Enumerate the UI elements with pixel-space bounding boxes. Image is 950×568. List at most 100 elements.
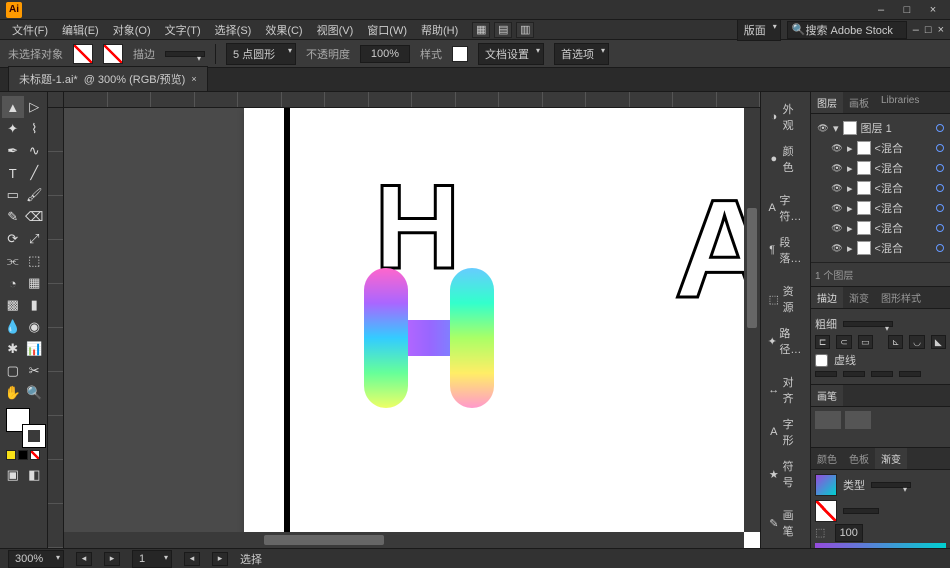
tab-layers[interactable]: 图层 (811, 92, 843, 113)
tab-artboards[interactable]: 画板 (843, 92, 875, 113)
visibility-icon[interactable]: 👁 (817, 122, 829, 134)
nav-prev[interactable]: ◂ (76, 552, 92, 566)
visibility-icon[interactable]: 👁 (831, 162, 843, 174)
curvature-tool[interactable]: ∿ (24, 140, 46, 162)
arrange-icon[interactable]: ▦ (472, 22, 490, 38)
dash-checkbox[interactable] (815, 354, 828, 367)
workspace-dropdown[interactable]: 版面 (737, 19, 781, 41)
canvas[interactable]: H A (64, 108, 760, 548)
scrollbar-horizontal[interactable] (64, 532, 744, 548)
zoom-tool[interactable]: 🔍 (24, 382, 46, 404)
screen-mode2-tool[interactable]: ◧ (24, 464, 46, 486)
tab-graphic-styles[interactable]: 图形样式 (875, 287, 927, 308)
screen-mode-tool[interactable]: ▣ (2, 464, 24, 486)
symbol-sprayer-tool[interactable]: ✱ (2, 338, 24, 360)
opacity-input[interactable]: 100% (360, 45, 410, 63)
visibility-icon[interactable]: 👁 (831, 222, 843, 234)
target-icon[interactable] (936, 164, 944, 172)
cap-butt[interactable]: ⊏ (815, 335, 830, 349)
tab-swatches[interactable]: 色板 (843, 448, 875, 469)
dash2[interactable] (871, 371, 893, 377)
window-max[interactable]: □ (896, 3, 918, 17)
window-min[interactable]: – (870, 3, 892, 17)
letter-h-gradient[interactable] (364, 268, 494, 408)
gradient-type-dropdown[interactable] (871, 482, 911, 488)
layer-row[interactable]: 👁▸<混合 (815, 218, 946, 238)
layer-row[interactable]: 👁▸<混合 (815, 158, 946, 178)
dock-对齐[interactable]: ↔对齐 (763, 371, 808, 409)
weight-input[interactable] (843, 321, 893, 327)
brush-tool[interactable]: 🖌 (24, 184, 46, 206)
prefs-button[interactable]: 首选项 (554, 43, 609, 65)
grad-opacity[interactable]: 100 (835, 524, 863, 542)
visibility-icon[interactable]: 👁 (831, 242, 843, 254)
free-transform-tool[interactable]: ⬚ (24, 250, 46, 272)
window-min2[interactable]: – (913, 24, 919, 36)
tab-brushes[interactable]: 画笔 (811, 385, 843, 406)
ruler-origin[interactable] (48, 92, 64, 108)
scroll-thumb-v[interactable] (747, 208, 757, 328)
width-tool[interactable]: ⫘ (2, 250, 24, 272)
menu-window[interactable]: 窗口(W) (361, 20, 413, 40)
artboard-nav[interactable]: 1 (132, 550, 172, 568)
join-round[interactable]: ◡ (909, 335, 924, 349)
join-bevel[interactable]: ◣ (931, 335, 946, 349)
fill-swatch[interactable] (73, 44, 93, 64)
shaper-tool[interactable]: ✎ (2, 206, 24, 228)
document-tab[interactable]: 未标题-1.ai* @ 300% (RGB/预览) × (8, 66, 208, 91)
target-icon[interactable] (936, 144, 944, 152)
tab-gradient2[interactable]: 渐变 (875, 448, 907, 469)
color-chip[interactable] (6, 450, 16, 460)
tab-stroke[interactable]: 描边 (811, 287, 843, 308)
nav-next2[interactable]: ▸ (212, 552, 228, 566)
tab-color[interactable]: 颜色 (811, 448, 843, 469)
shape-builder-tool[interactable]: ◔ (2, 272, 24, 294)
menu-type[interactable]: 文字(T) (159, 20, 207, 40)
menu-help[interactable]: 帮助(H) (415, 20, 464, 40)
tab-libraries[interactable]: Libraries (875, 92, 925, 113)
dock-段落…[interactable]: ¶段落… (763, 231, 808, 269)
none-chip[interactable] (30, 450, 40, 460)
slice-tool[interactable]: ✂ (24, 360, 46, 382)
window-max2[interactable]: □ (925, 24, 932, 36)
gradient-ramp[interactable] (815, 543, 946, 548)
visibility-icon[interactable]: 👁 (831, 202, 843, 214)
zoom-dropdown[interactable]: 300% (8, 550, 64, 568)
nav-next[interactable]: ▸ (104, 552, 120, 566)
layer-row[interactable]: 👁▸<混合 (815, 138, 946, 158)
direct-select-tool[interactable]: ▷ (24, 96, 46, 118)
cap-square[interactable]: ▭ (858, 335, 873, 349)
doc-setup-button[interactable]: 文档设置 (478, 43, 544, 65)
join-miter[interactable]: ⊾ (888, 335, 903, 349)
gradient-angle[interactable] (843, 508, 879, 514)
dock-符号[interactable]: ★符号 (763, 455, 808, 493)
mesh-tool[interactable]: ▩ (2, 294, 24, 316)
target-icon[interactable] (936, 124, 944, 132)
ruler-horizontal[interactable] (64, 92, 760, 108)
scrollbar-vertical[interactable] (744, 108, 760, 532)
window-close2[interactable]: × (938, 24, 944, 36)
type-tool[interactable]: T (2, 162, 24, 184)
stroke-weight-dropdown[interactable] (165, 51, 205, 57)
target-icon[interactable] (936, 184, 944, 192)
line-tool[interactable]: ╱ (24, 162, 46, 184)
target-icon[interactable] (936, 244, 944, 252)
scale-tool[interactable]: ⤢ (24, 228, 46, 250)
dash1[interactable] (815, 371, 837, 377)
search-input[interactable]: 🔍 搜索 Adobe Stock (787, 21, 907, 39)
fill-stroke-indicator[interactable] (6, 408, 46, 448)
pen-tool[interactable]: ✒ (2, 140, 24, 162)
visibility-icon[interactable]: 👁 (831, 182, 843, 194)
perspective-tool[interactable]: ▦ (24, 272, 46, 294)
gradient-tool[interactable]: ▮ (24, 294, 46, 316)
menu-select[interactable]: 选择(S) (209, 20, 258, 40)
dock-颜色[interactable]: ●颜色 (763, 140, 808, 178)
ruler-vertical[interactable] (48, 108, 64, 548)
visibility-icon[interactable]: 👁 (831, 142, 843, 154)
rect-tool[interactable]: ▭ (2, 184, 24, 206)
graph-tool[interactable]: 📊 (24, 338, 46, 360)
menu-edit[interactable]: 编辑(E) (56, 20, 105, 40)
menu-file[interactable]: 文件(F) (6, 20, 54, 40)
arrange2-icon[interactable]: ▤ (494, 22, 512, 38)
arrange3-icon[interactable]: ▥ (516, 22, 534, 38)
